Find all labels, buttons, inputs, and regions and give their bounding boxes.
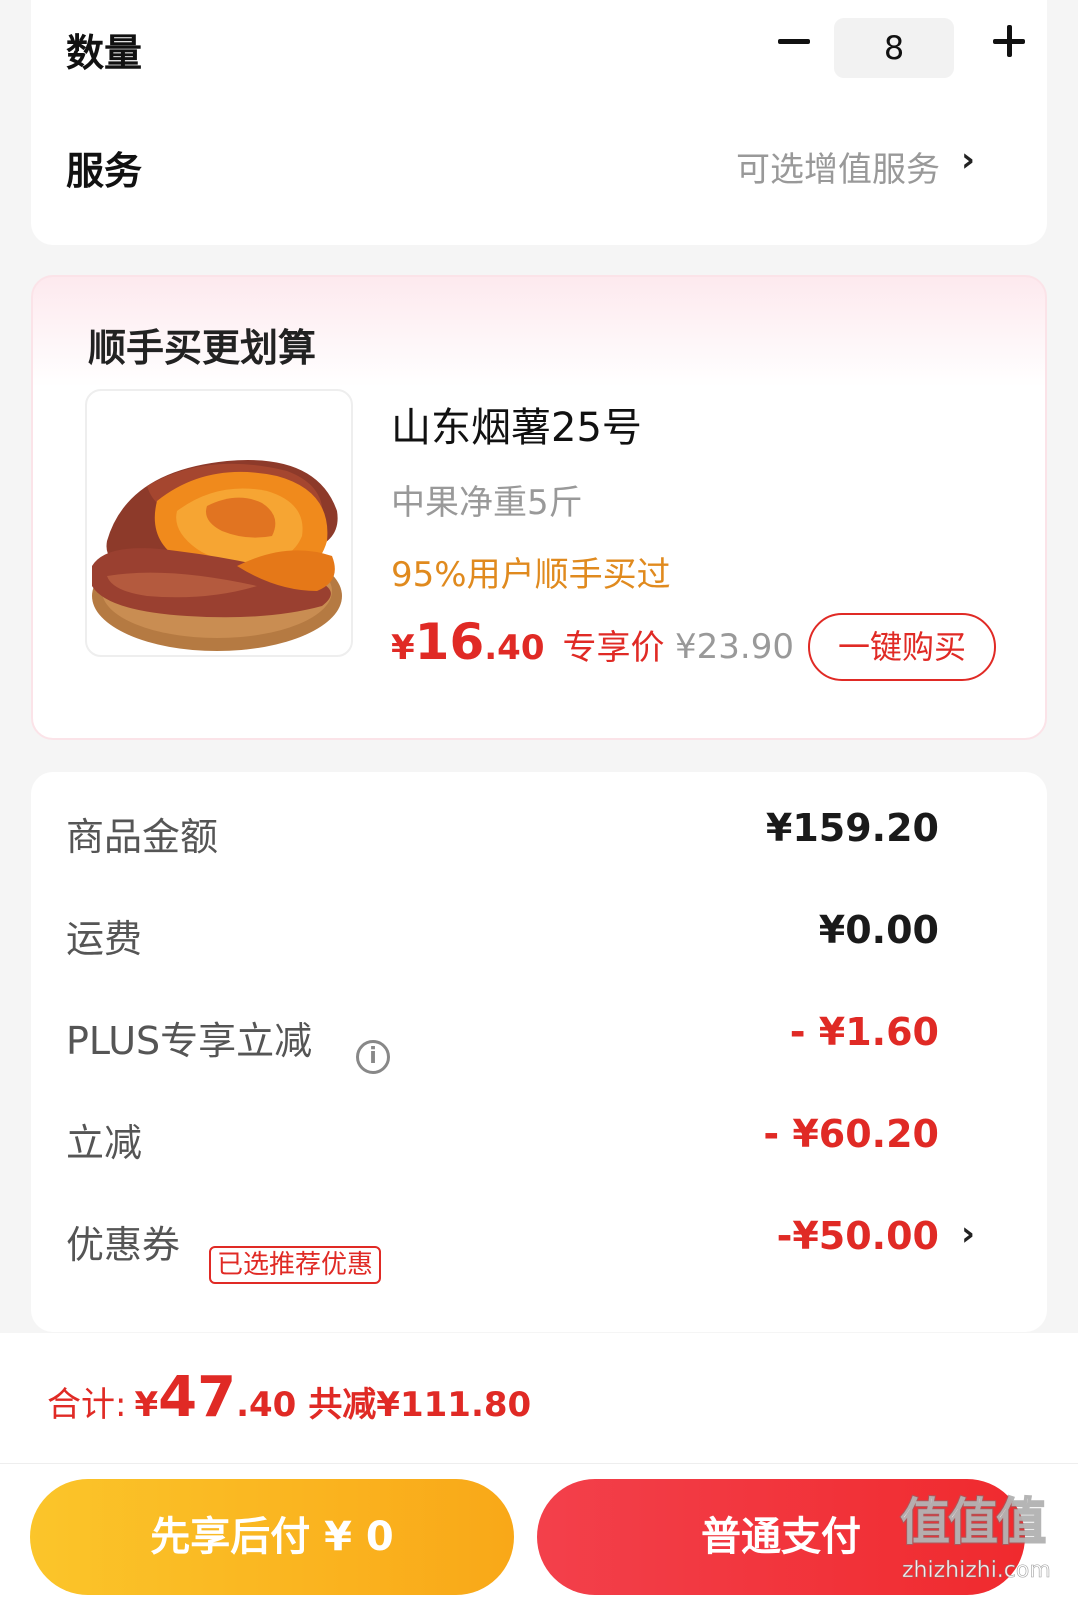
summary-label-subtotal: 商品金额: [66, 815, 219, 859]
quantity-decrease-button[interactable]: [776, 23, 812, 59]
summary-value-subtotal: ¥159.20: [765, 806, 939, 850]
total-saved: 共减¥111.80: [308, 1385, 532, 1425]
upsell-card: 顺手买更划算 山东烟薯25号 中果净重5斤 95%用户顺手买过 ¥16.40 专享…: [31, 275, 1047, 740]
summary-value-shipping: ¥0.00: [818, 908, 939, 952]
product-image[interactable]: [85, 389, 353, 657]
service-label: 服务: [66, 149, 143, 193]
original-price: ¥23.90: [675, 627, 794, 667]
service-value: 可选增值服务: [736, 150, 940, 190]
coupon-badge: 已选推荐优惠: [209, 1246, 382, 1284]
summary-label-plus-discount: PLUS专享立减: [66, 1019, 313, 1063]
info-icon[interactable]: i: [356, 1040, 390, 1074]
price-tag: 专享价: [562, 628, 665, 668]
product-spec: 中果净重5斤: [391, 483, 583, 523]
summary-value-plus-discount: - ¥1.60: [789, 1010, 939, 1054]
total-currency: ¥: [134, 1385, 159, 1425]
quantity-label: 数量: [66, 31, 143, 75]
order-total: 合计: ¥47.40 共减¥111.80: [47, 1365, 531, 1430]
order-options-card: 数量 8 服务 可选增值服务 ›: [31, 0, 1047, 245]
total-integer: 47: [158, 1365, 237, 1430]
total-decimal: .40: [236, 1385, 297, 1425]
chevron-right-icon: ›: [961, 1214, 976, 1254]
upsell-title: 顺手买更划算: [88, 326, 317, 370]
divider: [0, 1463, 1078, 1464]
summary-label-shipping: 运费: [66, 917, 143, 961]
price-decimal: .40: [484, 628, 545, 668]
quantity-increase-button[interactable]: [991, 23, 1027, 59]
watermark-logo: 值值值 zhizhizhi.com: [899, 1482, 1070, 1612]
summary-value-coupon: -¥50.00: [776, 1214, 939, 1258]
product-name[interactable]: 山东烟薯25号: [391, 395, 642, 453]
price-summary-card: 商品金额 ¥159.20 运费 ¥0.00 PLUS专享立减 i - ¥1.60…: [31, 772, 1047, 1332]
chevron-right-icon: ›: [961, 140, 976, 180]
summary-value-instant-discount: - ¥60.20: [763, 1112, 939, 1156]
watermark-text: 值值值: [899, 1492, 1047, 1552]
summary-label-coupon: 优惠券: [66, 1223, 181, 1267]
total-label: 合计:: [47, 1385, 127, 1425]
summary-label-instant-discount: 立减: [66, 1121, 143, 1165]
product-price: ¥16.40 专享价: [391, 613, 665, 671]
watermark-url: zhizhizhi.com: [902, 1558, 1051, 1584]
product-popularity-hint: 95%用户顺手买过: [391, 555, 671, 595]
pay-later-button[interactable]: 先享后付 ¥ 0: [30, 1479, 514, 1595]
quantity-input[interactable]: 8: [834, 18, 954, 78]
price-integer: 16: [414, 613, 485, 671]
one-click-buy-button[interactable]: 一键购买: [808, 613, 996, 681]
price-currency: ¥: [391, 628, 415, 668]
